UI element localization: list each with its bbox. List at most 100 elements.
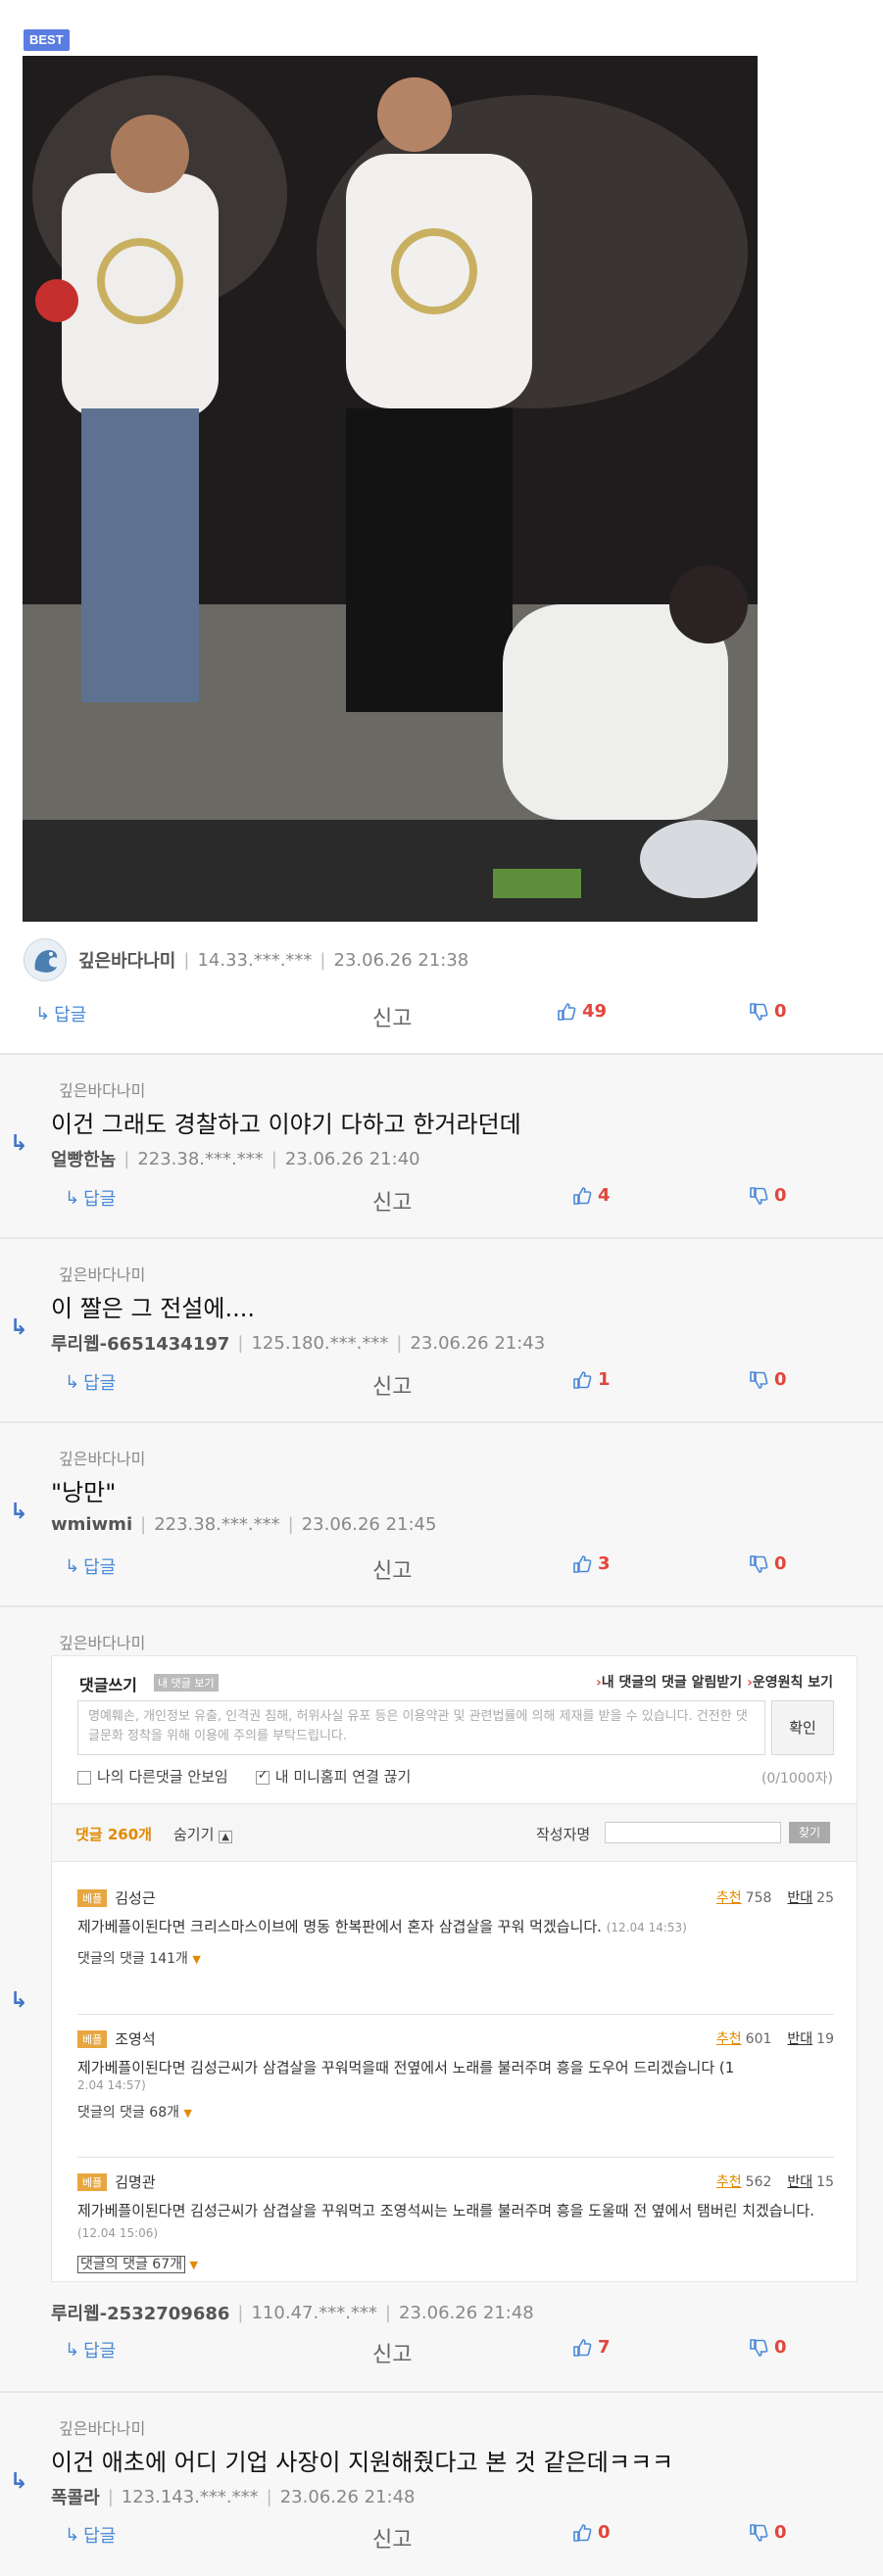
hide-toggle: 숨기기 ▲	[173, 1824, 232, 1844]
reply-indicator-icon: ↳	[10, 1131, 28, 1156]
reply-label: 답글	[83, 2341, 117, 2361]
dislike-button[interactable]: 0	[749, 1001, 787, 1022]
thumbs-up-icon	[573, 2523, 592, 2542]
comment-datetime: 23.06.26 21:40	[284, 1148, 420, 1169]
reply-button[interactable]: ↳ 답글	[65, 1553, 116, 1579]
like-button[interactable]: 49	[557, 1001, 607, 1022]
item-text-body: 제가베플이된다면 크리스마스이브에 명동 한복판에서 혼자 삼겹살을 꾸워 먹겠…	[77, 1918, 602, 1935]
comment-photo[interactable]	[23, 56, 758, 922]
like-button[interactable]: 1	[572, 1369, 611, 1390]
like-button[interactable]: 4	[572, 1185, 611, 1206]
like-button[interactable]: 3	[572, 1553, 611, 1574]
thumbs-up-icon	[573, 1370, 592, 1389]
thumbs-down-icon	[750, 1554, 768, 1573]
author-search-label: 작성자명	[536, 1826, 591, 1843]
reply-button[interactable]: ↳ 답글	[65, 2337, 116, 2362]
comment-author[interactable]: 얼빵한놈	[51, 1146, 116, 1171]
confirm-button: 확인	[771, 1700, 834, 1755]
dragon-icon	[34, 950, 58, 973]
opp-count: 15	[816, 2174, 834, 2190]
dislike-button[interactable]: 0	[749, 2337, 787, 2358]
item-replies-label: 댓글의 댓글 141개	[77, 1951, 188, 1967]
report-button[interactable]: 신고	[372, 1553, 412, 1585]
dislike-button[interactable]: 0	[749, 1369, 787, 1390]
rec-count: 758	[745, 1890, 772, 1906]
option-hide-other: 나의 다른댓글 안보임	[77, 1766, 228, 1787]
user-avatar[interactable]	[24, 938, 67, 981]
separator: |	[287, 1514, 294, 1535]
rec-count: 601	[745, 2031, 772, 2047]
report-button[interactable]: 신고	[372, 1185, 412, 1216]
comment-author[interactable]: 루리웹-2532709686	[51, 2300, 229, 2325]
reply-meta: 폭콜라 | 123.143.***.*** | 23.06.26 21:48	[51, 2484, 416, 2509]
embedded-comment-screenshot[interactable]: 댓글쓰기 내 댓글 보기 ›내 댓글의 댓글 알림받기 ›운영원칙 보기 명예훼…	[51, 1655, 858, 2282]
comment-author[interactable]: wmiwmi	[51, 1514, 132, 1535]
rec-label: 추천	[715, 2031, 742, 2047]
opp-label: 반대	[787, 2174, 813, 2190]
report-button[interactable]: 신고	[372, 2522, 412, 2553]
comment-datetime: 23.06.26 21:48	[399, 2302, 534, 2323]
thumbs-down-icon	[750, 1002, 768, 1021]
item-author: 김성근	[115, 1889, 156, 1907]
best-comment-item: 베플 김성근 추천 758 반대 25 제가베플이된다면 크리스마스이브에 명동 한복판…	[77, 1887, 834, 2015]
item-replies-label: 댓글의 댓글 67개	[77, 2256, 185, 2273]
separator: |	[107, 2486, 114, 2507]
reply-text: 이건 애초에 어디 기업 사장이 지원해줬다고 본 것 같은데ㅋㅋㅋ	[51, 2449, 674, 2476]
dislike-count: 0	[774, 2522, 787, 2543]
item-replies: 댓글의 댓글 141개 ▼	[77, 1948, 834, 1968]
item-votes: 추천 758 반대 25	[716, 1887, 834, 1907]
reply-arrow-icon: ↳	[65, 2339, 80, 2361]
thumbs-up-icon	[573, 1186, 592, 1205]
like-button[interactable]: 0	[572, 2522, 611, 2543]
reply-button[interactable]: ↳ 답글	[65, 1369, 116, 1395]
like-count: 4	[598, 1185, 611, 1206]
opp-count: 19	[816, 2031, 834, 2047]
item-time: 2.04 14:57)	[77, 2078, 146, 2092]
reply-button[interactable]: ↳ 답글	[35, 1001, 86, 1026]
opp-label: 반대	[787, 1890, 813, 1906]
dislike-button[interactable]: 0	[749, 1185, 787, 1206]
comment-author[interactable]: 깊은바다나미	[78, 947, 175, 973]
parent-nickname: 깊은바다나미	[59, 2419, 146, 2438]
parent-nickname: 깊은바다나미	[59, 1634, 146, 1652]
reply-indicator-icon: ↳	[10, 1500, 28, 1524]
dislike-button[interactable]: 0	[749, 2522, 787, 2543]
opp-label: 반대	[787, 2031, 813, 2047]
comment-author[interactable]: 루리웹-6651434197	[51, 1330, 229, 1356]
reply-button[interactable]: ↳ 답글	[65, 1185, 116, 1211]
reply-label: 답글	[83, 2526, 117, 2547]
parent-nickname: 깊은바다나미	[59, 1450, 146, 1468]
comment-list-bar: 댓글 260개 숨기기 ▲ 작성자명 찾기	[52, 1803, 857, 1862]
comment-author[interactable]: 폭콜라	[51, 2484, 100, 2509]
reply-indicator-icon: ↳	[10, 1315, 28, 1340]
comment-datetime: 23.06.26 21:38	[333, 949, 469, 971]
best-badge: BEST	[24, 29, 70, 51]
dislike-button[interactable]: 0	[749, 1553, 787, 1574]
thumbs-up-icon	[558, 1002, 576, 1021]
report-button[interactable]: 신고	[372, 2337, 412, 2368]
item-text-body: 제가베플이된다면 김성근씨가 삼겹살을 꾸워먹고 조영석씨는 노래를 불러주며 …	[77, 2202, 814, 2219]
reply-label: 답글	[83, 1557, 117, 1578]
dislike-count: 0	[774, 1369, 787, 1390]
like-count: 7	[598, 2337, 611, 2358]
comment-actions: ↳ 답글 신고 3 0	[0, 1553, 883, 1593]
report-button[interactable]: 신고	[372, 1001, 412, 1032]
report-button[interactable]: 신고	[372, 1369, 412, 1401]
reply-meta: 루리웹-2532709686 | 110.47.***.*** | 23.06.…	[51, 2300, 534, 2325]
reply-button[interactable]: ↳ 답글	[65, 2522, 116, 2548]
reply-arrow-icon: ↳	[65, 1187, 80, 1209]
item-replies-label: 댓글의 댓글 68개	[77, 2105, 179, 2121]
comment-datetime: 23.06.26 21:43	[410, 1332, 546, 1354]
dislike-count: 0	[774, 1185, 787, 1206]
separator: |	[140, 1514, 147, 1535]
reply-indicator-icon: ↳	[10, 1988, 28, 2013]
notify-link: 내 댓글의 댓글 알림받기	[601, 1675, 743, 1691]
comment-actions: ↳ 답글 신고 49 0	[0, 1001, 883, 1040]
like-button[interactable]: 7	[572, 2337, 611, 2358]
comment-actions: ↳ 답글 신고 4 0	[0, 1185, 883, 1224]
main-comment-meta: 깊은바다나미 | 14.33.***.*** | 23.06.26 21:38	[24, 938, 468, 981]
reply-arrow-icon: ↳	[65, 1555, 80, 1577]
item-text: 제가베플이된다면 크리스마스이브에 명동 한복판에서 혼자 삼겹살을 꾸워 먹겠…	[77, 1916, 834, 1938]
comment-ip: 223.38.***.***	[137, 1148, 264, 1169]
like-count: 0	[598, 2522, 611, 2543]
